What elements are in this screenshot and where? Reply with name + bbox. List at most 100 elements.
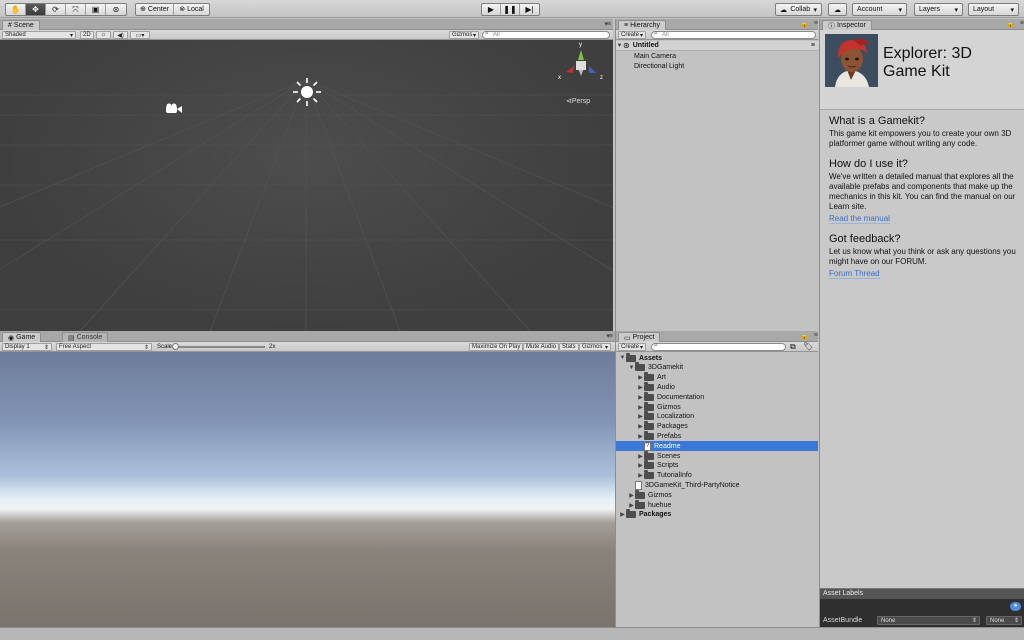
toggle-2d-button[interactable]: 2D: [80, 31, 94, 39]
list-item[interactable]: Directional Light: [616, 61, 819, 71]
expand-right-icon[interactable]: ▶: [628, 502, 635, 509]
cloud-button[interactable]: ☁: [828, 3, 847, 16]
shading-dropdown[interactable]: Shaded ▾: [2, 31, 76, 39]
filter-by-type-icon[interactable]: ⧉: [790, 342, 796, 352]
rotate-tool-button[interactable]: ⟳: [46, 4, 66, 15]
row-menu-icon[interactable]: ≡: [811, 42, 815, 49]
label-tag-icon[interactable]: ●: [1010, 602, 1021, 611]
panel-menu-icon[interactable]: ≡: [1020, 20, 1024, 27]
pivot-center-button[interactable]: ⊕ Center: [136, 4, 174, 15]
scene-gizmos-dropdown[interactable]: Gizmos ▾: [449, 31, 479, 39]
aspect-dropdown[interactable]: Free Aspect ⇕: [56, 343, 152, 351]
asset-variant-dropdown[interactable]: None ⇕: [986, 616, 1022, 625]
readme-section: Got feedback? Let us know what you think…: [829, 233, 1016, 279]
account-dropdown[interactable]: Account ▾: [852, 3, 907, 16]
project-item[interactable]: ▶ Audio: [616, 381, 818, 392]
game-viewport[interactable]: [0, 352, 615, 627]
project-item[interactable]: ▶ huehue: [616, 499, 818, 510]
project-item[interactable]: ▶ Documentation: [616, 391, 818, 402]
expand-right-icon[interactable]: ▶: [637, 423, 644, 430]
expand-right-icon[interactable]: ▶: [637, 453, 644, 460]
expand-right-icon[interactable]: ▶: [637, 462, 644, 469]
display-dropdown[interactable]: Display 1 ⇕: [2, 343, 52, 351]
tab-label: Hierarchy: [630, 22, 661, 29]
scene-search-input[interactable]: All: [482, 31, 610, 39]
persp-toggle[interactable]: ⊲Persp: [566, 97, 590, 105]
panel-menu-icon[interactable]: ▾≡: [606, 332, 613, 340]
expand-right-icon[interactable]: ▶: [619, 511, 626, 518]
scale-slider[interactable]: [172, 343, 265, 350]
tab-scene[interactable]: # Scene: [2, 20, 40, 30]
lock-icon[interactable]: 🔒: [1006, 20, 1015, 28]
collab-dropdown[interactable]: ☁ Collab ▾: [775, 3, 822, 16]
project-item[interactable]: ▶ Packages: [616, 509, 818, 520]
expand-right-icon[interactable]: ▶: [628, 492, 635, 499]
stats-toggle[interactable]: Stats: [559, 343, 579, 351]
rect-tool-button[interactable]: ▣: [86, 4, 106, 15]
expand-down-icon[interactable]: ▼: [628, 365, 635, 371]
directional-light-gizmo-icon[interactable]: [292, 77, 322, 107]
expand-right-icon[interactable]: ▶: [637, 472, 644, 479]
asset-bundle-dropdown[interactable]: None ⇕: [877, 616, 980, 625]
expand-right-icon[interactable]: ▶: [637, 433, 644, 440]
camera-icon: [166, 103, 182, 113]
forum-thread-link[interactable]: Forum Thread: [829, 269, 880, 279]
project-item[interactable]: ▶ Gizmos: [616, 489, 818, 500]
pause-button[interactable]: ❚❚: [501, 4, 520, 15]
list-item[interactable]: Main Camera: [616, 51, 819, 61]
layout-dropdown[interactable]: Layout ▾: [968, 3, 1019, 16]
scene-root-row[interactable]: ▼ ⊛ Untitled ≡: [616, 41, 819, 51]
lighting-toggle[interactable]: ☼: [96, 31, 111, 39]
maximize-on-play-toggle[interactable]: Maximize On Play: [469, 343, 524, 351]
tab-hierarchy[interactable]: ≡ Hierarchy: [618, 20, 667, 30]
hierarchy-search-input[interactable]: All: [651, 31, 816, 39]
step-button[interactable]: ▶|: [520, 4, 539, 15]
project-item[interactable]: 3DGameKit_Third-PartyNotice: [616, 480, 818, 490]
tab-inspector[interactable]: ⓘ Inspector: [822, 20, 872, 30]
expand-right-icon[interactable]: ▶: [637, 374, 644, 381]
hand-tool-button[interactable]: ✋: [6, 4, 26, 15]
camera-gizmo-icon[interactable]: [165, 103, 183, 115]
game-gizmos-dropdown[interactable]: Gizmos ▾: [579, 343, 611, 351]
panel-menu-icon[interactable]: ▾≡: [604, 20, 611, 28]
project-item[interactable]: ▼ Assets: [616, 352, 818, 363]
panel-menu-icon[interactable]: ≡: [814, 332, 818, 339]
chevron-down-icon: ▾: [1010, 6, 1014, 14]
project-item[interactable]: ▶ TutorialInfo: [616, 470, 818, 481]
project-item-selected[interactable]: ? Readme: [616, 441, 818, 452]
mute-audio-toggle[interactable]: Mute Audio: [523, 343, 560, 351]
scale-tool-button[interactable]: ⤧: [66, 4, 86, 15]
read-manual-link[interactable]: Read the manual: [829, 214, 890, 224]
project-item[interactable]: ▶ Prefabs: [616, 430, 818, 441]
orientation-gizmo[interactable]: y x z: [556, 42, 606, 87]
transform-tool-button[interactable]: ⊛: [106, 4, 126, 15]
filter-by-label-icon[interactable]: 🏷: [803, 342, 813, 351]
expand-right-icon[interactable]: ▶: [637, 394, 644, 401]
hierarchy-create-dropdown[interactable]: Create ▾: [618, 31, 646, 39]
layers-dropdown[interactable]: Layers ▾: [914, 3, 963, 16]
chevron-down-icon: ▾: [472, 32, 476, 39]
tab-project[interactable]: ▭ Project: [618, 332, 661, 342]
expand-right-icon[interactable]: ▶: [637, 404, 644, 411]
play-button[interactable]: ▶: [482, 4, 501, 15]
effects-dropdown[interactable]: ▭▾: [130, 31, 150, 39]
panel-menu-icon[interactable]: ≡: [814, 20, 818, 27]
scene-viewport[interactable]: y x z ⊲Persp: [0, 40, 613, 331]
lock-icon[interactable]: 🔒: [800, 332, 809, 340]
bundle-value: None: [881, 618, 896, 624]
pivot-local-button[interactable]: ⊗ Local: [174, 4, 209, 15]
tab-game[interactable]: ◉ Game: [2, 332, 42, 342]
audio-toggle[interactable]: ◀): [113, 31, 128, 39]
expand-right-icon[interactable]: ▶: [637, 384, 644, 391]
expand-right-icon[interactable]: ▶: [637, 413, 644, 420]
folder-icon: [644, 460, 654, 470]
project-create-dropdown[interactable]: Create ▾: [618, 343, 646, 351]
lock-icon[interactable]: 🔒: [800, 20, 809, 28]
move-tool-button[interactable]: ✥: [26, 4, 46, 15]
tab-console[interactable]: ▤ Console: [62, 332, 109, 342]
project-search-input[interactable]: [651, 343, 786, 351]
expand-down-icon[interactable]: ▼: [619, 355, 626, 361]
scale-slider-thumb[interactable]: [172, 343, 179, 350]
account-label: Account: [857, 6, 883, 13]
hand-icon: ✋: [10, 4, 21, 14]
